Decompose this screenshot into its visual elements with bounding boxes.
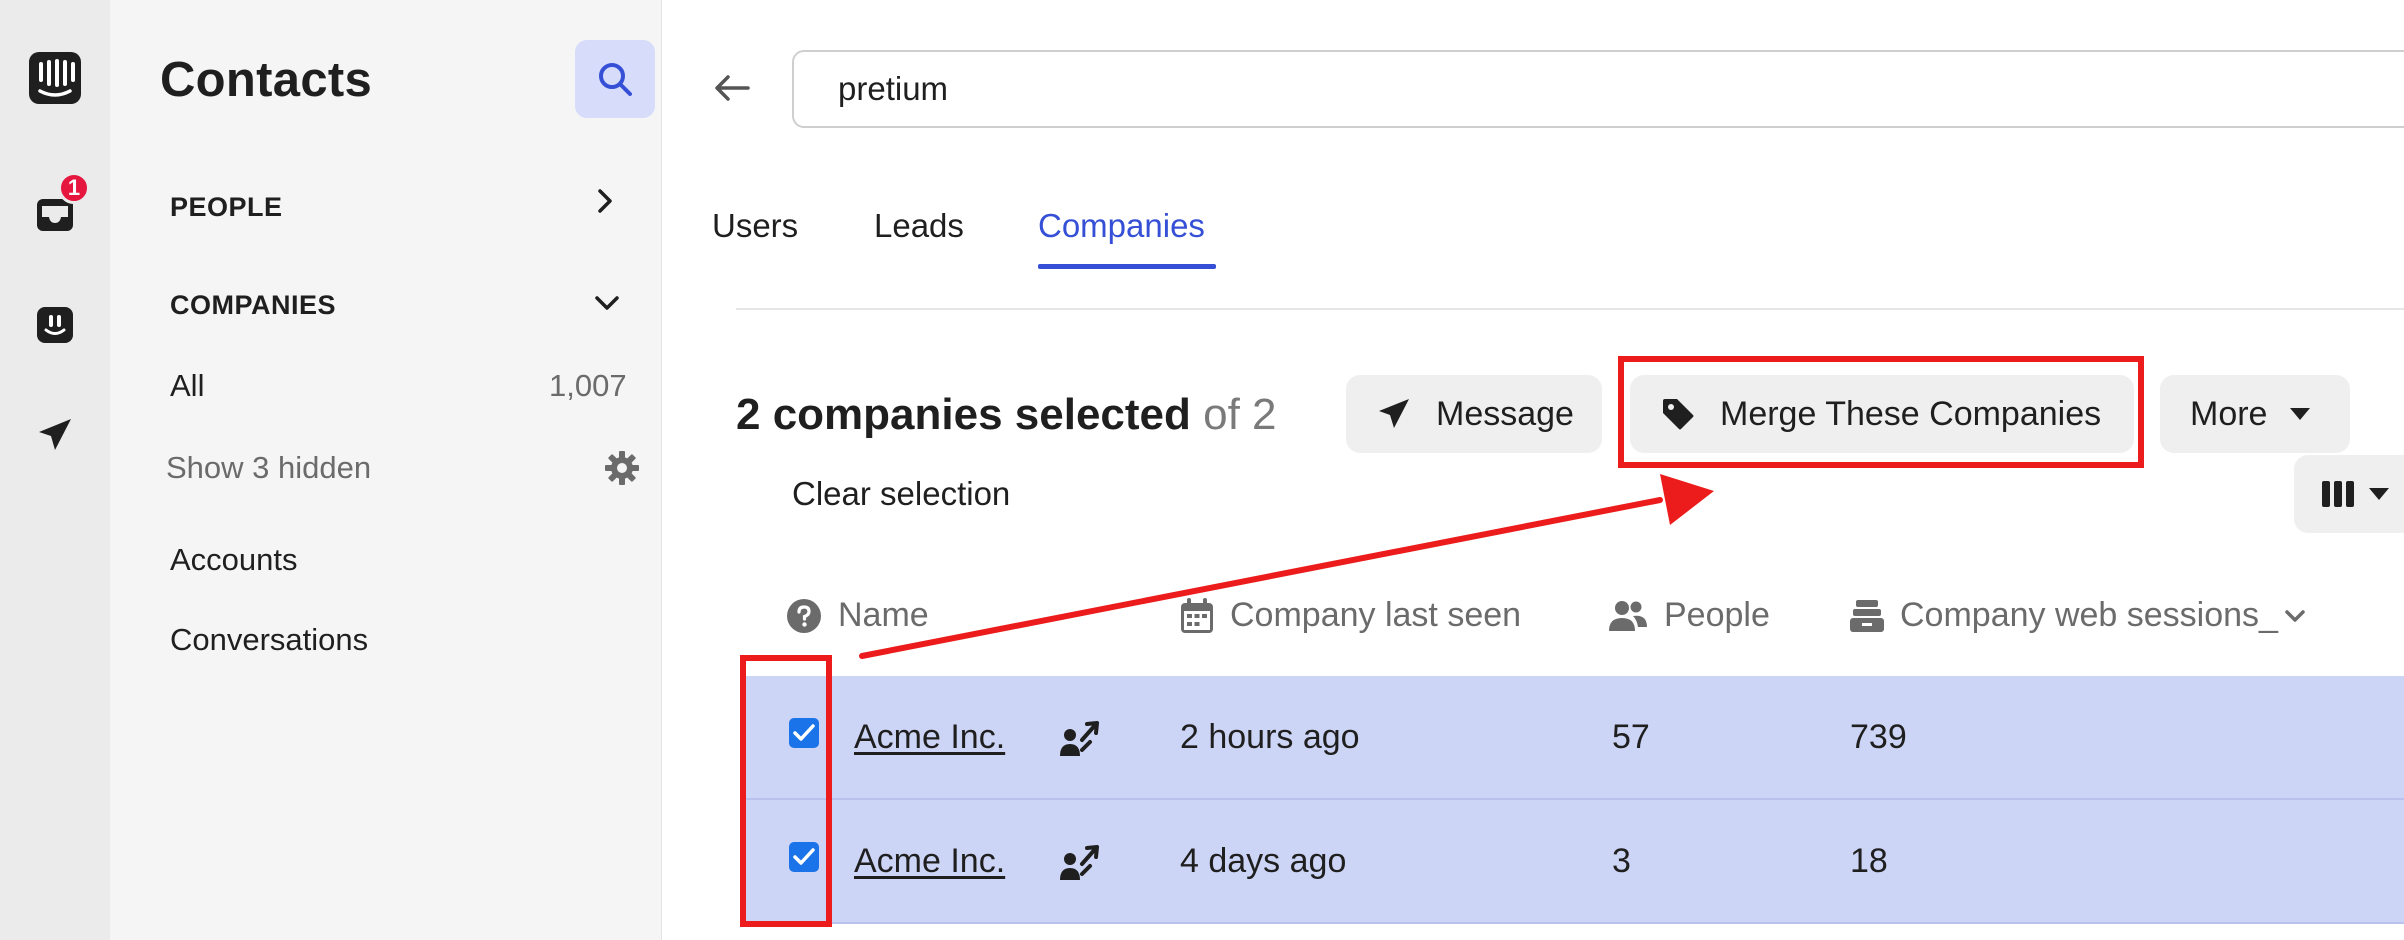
chevron-right-icon[interactable] (590, 186, 620, 216)
web-sessions-cell: 739 (1850, 718, 1907, 756)
people-cell: 3 (1612, 842, 1631, 880)
sidebar-section-companies[interactable]: COMPANIES (170, 290, 336, 321)
caret-down-icon (2369, 488, 2389, 500)
send-icon[interactable] (25, 405, 85, 465)
column-header-name-label: Name (838, 596, 929, 634)
tab-users[interactable]: Users (712, 207, 798, 245)
column-header-last-seen[interactable]: Company last seen (1180, 596, 1521, 635)
stack-icon (1850, 599, 1884, 632)
search-button[interactable] (575, 40, 655, 118)
tabs-divider (736, 308, 2404, 310)
checkbox-highlight (740, 655, 832, 927)
sidebar-item-all[interactable]: All (170, 368, 204, 404)
column-header-name[interactable]: Name (786, 596, 929, 635)
columns-button[interactable] (2294, 455, 2404, 533)
send-icon (1379, 399, 1409, 428)
sidebar-section-people[interactable]: PEOPLE (170, 192, 283, 223)
active-tab-indicator (1038, 264, 1216, 269)
last-seen-cell: 2 hours ago (1180, 718, 1360, 756)
more-button[interactable]: More (2160, 375, 2350, 453)
search-input[interactable] (792, 50, 2404, 128)
icon-rail: 1 (0, 0, 110, 940)
calendar-icon (1181, 597, 1213, 633)
question-icon (787, 598, 821, 633)
selected-of-label: of 2 (1203, 390, 1277, 439)
company-name-link[interactable]: Acme Inc. (854, 718, 1005, 757)
merge-button-highlight (1618, 356, 2144, 468)
people-cell: 57 (1612, 718, 1650, 756)
sidebar-title: Contacts (160, 53, 373, 107)
columns-icon (2322, 481, 2354, 507)
web-sessions-cell: 18 (1850, 842, 1888, 880)
gear-icon[interactable] (604, 450, 640, 486)
show-hidden-link[interactable]: Show 3 hidden (166, 450, 371, 486)
chevron-down-icon[interactable] (592, 288, 622, 318)
column-header-web-sessions-label: Company web sessions_ (1900, 596, 2278, 634)
intercom-logo-icon[interactable] (25, 48, 85, 108)
column-header-last-seen-label: Company last seen (1230, 596, 1522, 634)
all-count: 1,007 (549, 368, 627, 403)
sidebar-item-accounts[interactable]: Accounts (170, 542, 298, 578)
company-type-icon (1060, 842, 1102, 884)
operator-icon[interactable] (25, 295, 85, 355)
clear-selection-link[interactable]: Clear selection (792, 475, 1010, 513)
back-arrow-icon[interactable] (712, 68, 752, 108)
chevron-down-icon[interactable] (2284, 609, 2306, 623)
last-seen-cell: 4 days ago (1180, 842, 1347, 880)
company-type-icon (1060, 718, 1102, 760)
inbox-badge: 1 (58, 172, 90, 204)
people-icon (1609, 600, 1647, 631)
more-button-label: More (2190, 394, 2268, 433)
column-header-people[interactable]: People (1608, 596, 1770, 635)
message-button-label: Message (1436, 394, 1574, 433)
message-button[interactable]: Message (1346, 375, 1602, 453)
sidebar-item-conversations[interactable]: Conversations (170, 622, 368, 658)
tab-leads[interactable]: Leads (874, 207, 964, 245)
column-header-people-label: People (1664, 596, 1770, 634)
column-header-web-sessions[interactable]: Company web sessions_ (1850, 596, 2306, 635)
caret-down-icon (2290, 408, 2311, 420)
tab-companies[interactable]: Companies (1038, 207, 1205, 245)
selection-summary: 2 companies selected of 2 (736, 390, 1277, 440)
company-name-link[interactable]: Acme Inc. (854, 842, 1005, 881)
selected-count-label: 2 companies selected (736, 390, 1191, 439)
search-icon (599, 63, 632, 96)
